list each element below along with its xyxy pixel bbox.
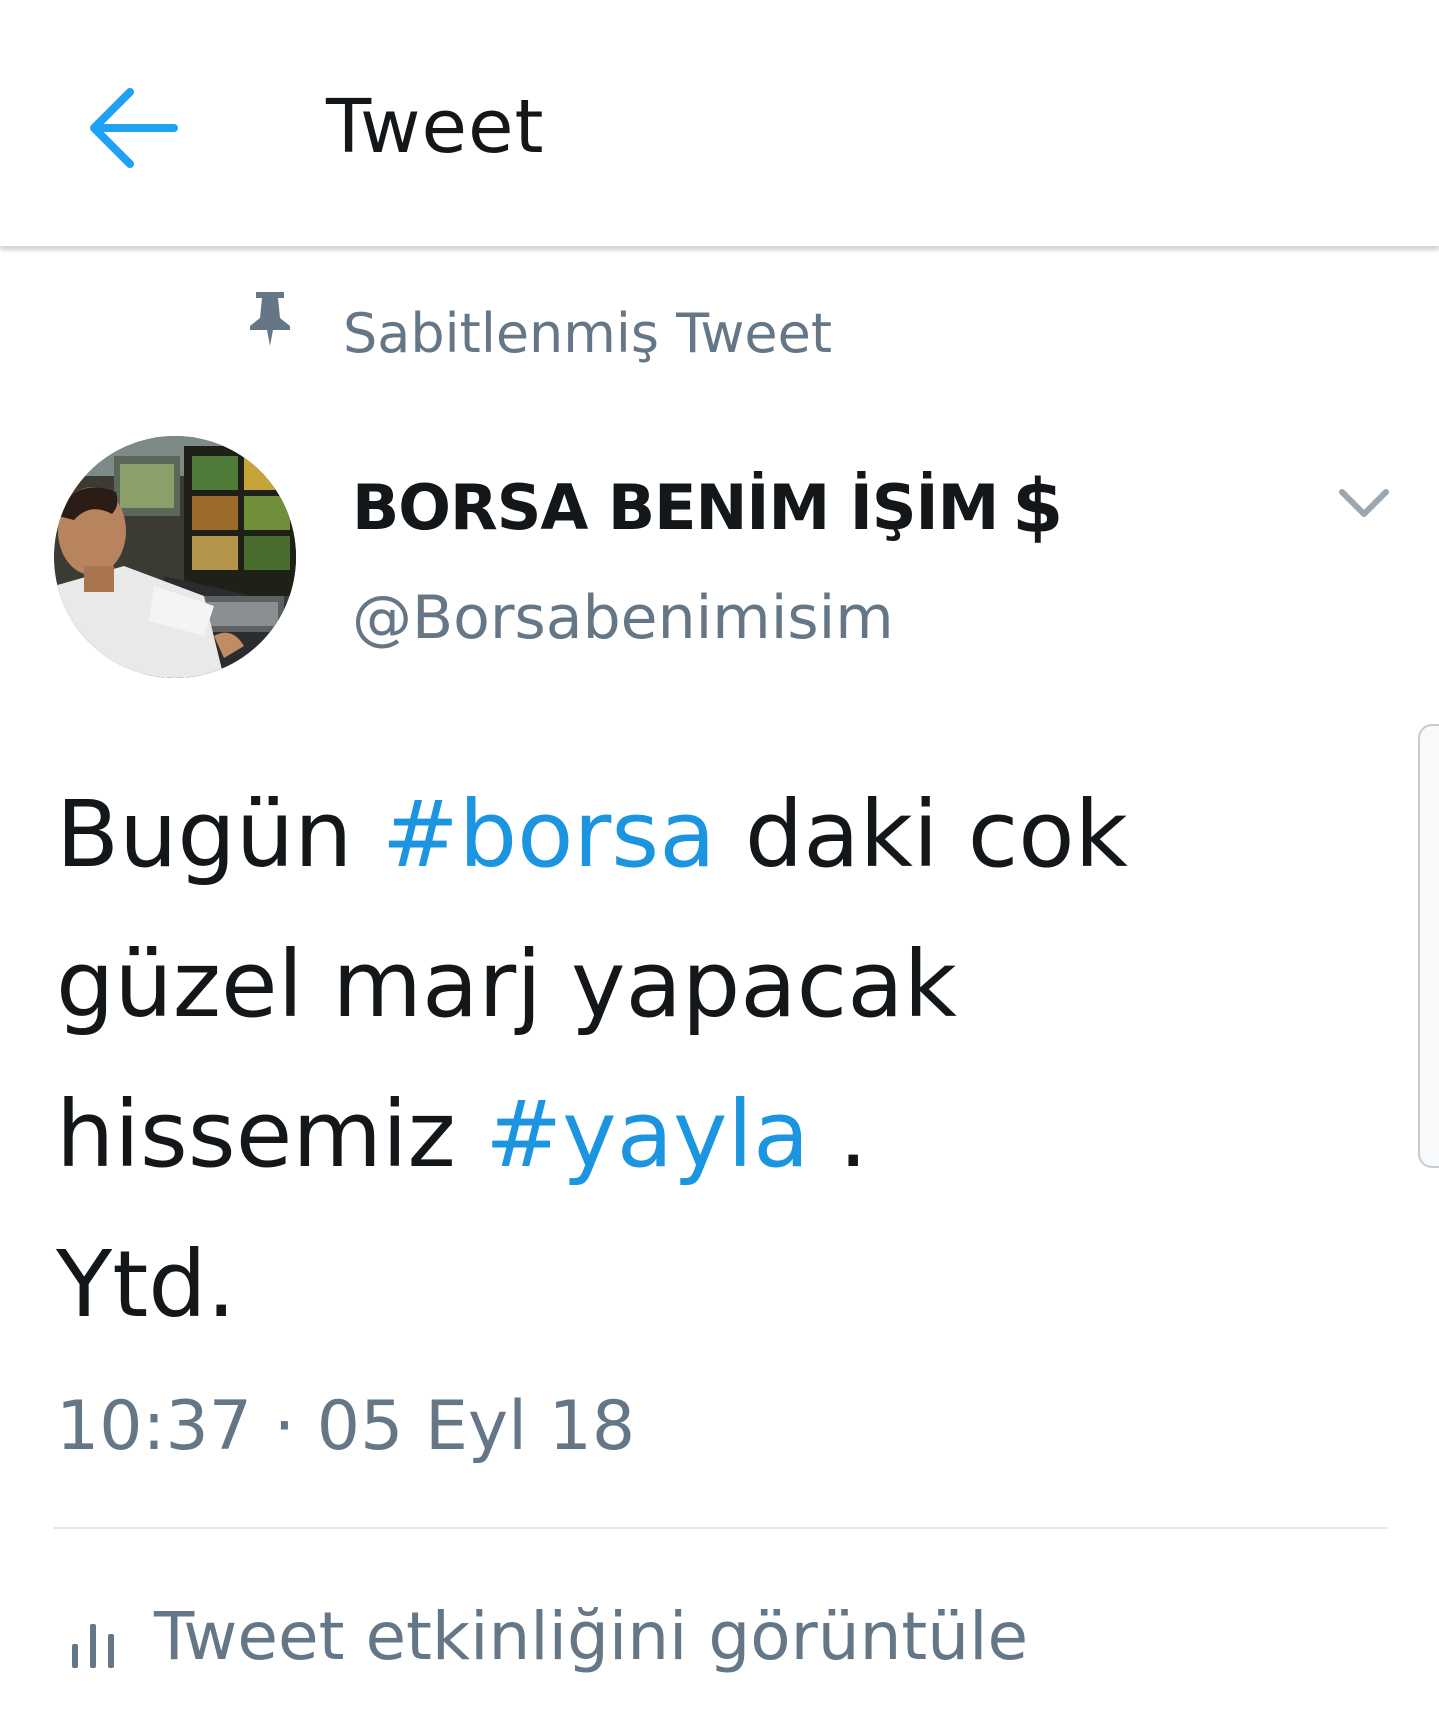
tweet-text-line: Bugün #borsa daki cok xyxy=(56,760,1356,910)
chevron-down-icon xyxy=(1339,489,1389,517)
author-username[interactable]: @Borsabenimisim xyxy=(352,578,894,658)
tweet-text-segment: hissemiz xyxy=(56,1081,486,1188)
tweet-timestamp: 10:37 · 05 Eyl 18 xyxy=(56,1387,636,1466)
tweet-text-segment: Bugün xyxy=(56,781,382,888)
tweet-text-line: hissemiz #yayla . xyxy=(56,1060,1356,1210)
author-display-name[interactable]: BORSA BENİM İŞİM xyxy=(352,468,999,548)
pinned-tweet-indicator: Sabitlenmiş Tweet xyxy=(0,280,1439,390)
tweet-text-segment: . xyxy=(809,1081,868,1188)
tweet-text-line: Ytd. xyxy=(56,1231,236,1338)
avatar-photo xyxy=(54,436,296,678)
tweet-text-line: güzel marj yapacak xyxy=(56,931,957,1038)
avatar[interactable] xyxy=(54,436,296,678)
tweet-menu-button[interactable] xyxy=(1336,480,1392,524)
hashtag-link-yayla[interactable]: #yayla xyxy=(485,1081,809,1188)
tweet-text-segment: daki cok xyxy=(715,781,1128,888)
hashtag-link-borsa[interactable]: #borsa xyxy=(382,781,716,888)
pinned-label: Sabitlenmiş Tweet xyxy=(343,302,833,365)
back-button[interactable] xyxy=(82,78,182,178)
scroll-handle[interactable] xyxy=(1418,724,1439,1168)
bar-chart-icon xyxy=(72,1624,114,1668)
arrow-left-icon xyxy=(90,88,178,168)
author-name-suffix: $ xyxy=(1012,464,1064,550)
tweet-text: Bugün #borsa daki cok güzel marj yapacak… xyxy=(56,760,1356,1360)
pin-icon xyxy=(250,292,290,346)
top-app-bar: Tweet xyxy=(0,0,1439,247)
page-title: Tweet xyxy=(326,84,545,170)
view-tweet-activity-label: Tweet etkinliğini görüntüle xyxy=(154,1598,1029,1675)
divider xyxy=(54,1527,1387,1529)
